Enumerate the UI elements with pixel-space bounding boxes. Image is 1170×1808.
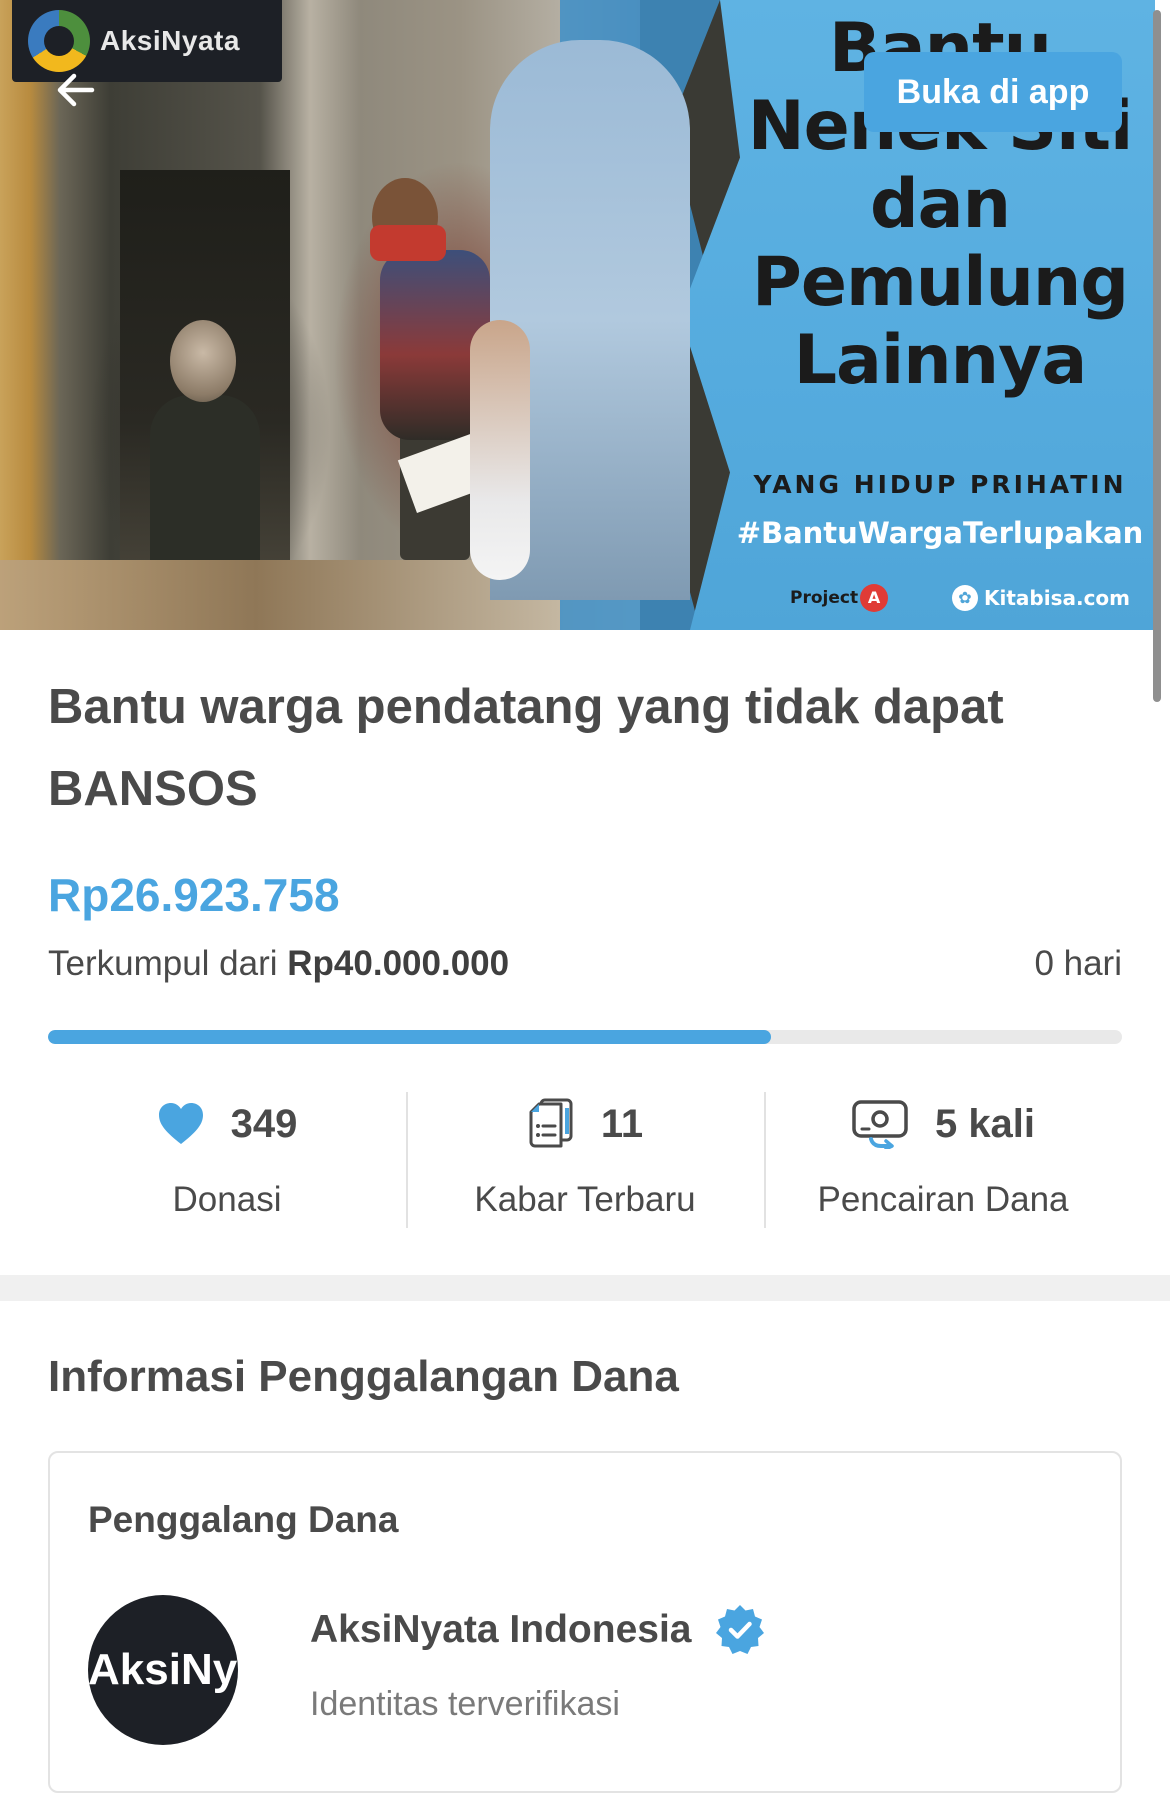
stat-updates-label: Kabar Terbaru <box>474 1180 696 1219</box>
target-prefix: Terkumpul dari <box>48 944 278 983</box>
arrow-left-icon <box>57 73 95 107</box>
kitabisa-icon: ✿ <box>951 585 978 611</box>
kitabisa-logo: ✿ Kitabisa.com <box>951 585 1130 611</box>
stat-disbursements-label: Pencairan Dana <box>817 1180 1069 1219</box>
brand-badge-label: AksiNyata <box>100 25 240 56</box>
stat-donations-value: 349 <box>230 1101 298 1146</box>
campaign-title: Bantu warga pendatang yang tidak dapat B… <box>48 680 1004 816</box>
back-button[interactable] <box>48 62 104 118</box>
avatar-text: AksiNy <box>88 1645 238 1694</box>
org-verification-status: Identitas terverifikasi <box>310 1685 620 1723</box>
org-name-row[interactable]: AksiNyata Indonesia <box>310 1603 767 1657</box>
campaign-page: Bantu Nenek Siti dan Pemulung Lainnya YA… <box>0 0 1170 1808</box>
banner-hashtag: #BantuWargaTerlupakan <box>736 516 1144 550</box>
project-a-mark: A <box>860 584 889 612</box>
banner-subtitle: YANG HIDUP PRIHATIN <box>753 470 1127 499</box>
campaign-stats: 349 Donasi 11 Kabar Terbaru 5 kali Penca… <box>48 1092 1122 1228</box>
stat-donations[interactable]: 349 Donasi <box>48 1092 406 1228</box>
banner-partner-logos: Project A ✿ Kitabisa.com <box>790 580 1130 616</box>
page-scrollbar[interactable] <box>1153 10 1161 702</box>
banner-title-line: dan <box>870 165 1011 244</box>
target-amount: Rp40.000.000 <box>287 944 510 983</box>
kitabisa-text: Kitabisa.com <box>983 586 1130 610</box>
project-a-text: Project <box>790 588 859 608</box>
org-name: AksiNyata Indonesia <box>310 1608 692 1651</box>
banner-title-line: Pemulung <box>751 243 1129 322</box>
fundraiser-card[interactable]: Penggalang Dana AksiNy AksiNyata Indones… <box>48 1451 1122 1793</box>
days-remaining: 0 hari <box>1034 944 1122 983</box>
project-a-logo: Project A <box>790 584 889 612</box>
avatar[interactable]: AksiNy <box>88 1595 238 1745</box>
stat-updates[interactable]: 11 Kabar Terbaru <box>406 1092 764 1228</box>
stat-donations-label: Donasi <box>172 1180 282 1219</box>
collected-amount: Rp26.923.758 <box>48 869 340 921</box>
info-section-title: Informasi Penggalangan Dana <box>48 1352 679 1401</box>
verified-badge-icon <box>716 1605 765 1654</box>
funding-progress-fill <box>48 1030 771 1044</box>
news-updates-icon <box>529 1098 573 1148</box>
section-divider <box>0 1275 1170 1301</box>
funding-progress-bar <box>48 1030 1122 1044</box>
stat-disbursements[interactable]: 5 kali Pencairan Dana <box>764 1092 1122 1228</box>
banner-title-line: Lainnya <box>793 321 1088 400</box>
heart-icon <box>158 1103 203 1144</box>
stat-disbursements-value: 5 kali <box>934 1101 1036 1146</box>
banner-volunteer-arm <box>470 320 530 580</box>
fundraiser-card-label: Penggalang Dana <box>88 1499 399 1540</box>
stat-updates-value: 11 <box>600 1101 644 1146</box>
target-text: Terkumpul dari Rp40.000.000 <box>48 944 509 984</box>
fund-disbursement-icon <box>852 1100 908 1149</box>
open-in-app-button[interactable]: Buka di app <box>864 52 1122 132</box>
target-row: Terkumpul dari Rp40.000.000 0 hari <box>48 944 1122 984</box>
